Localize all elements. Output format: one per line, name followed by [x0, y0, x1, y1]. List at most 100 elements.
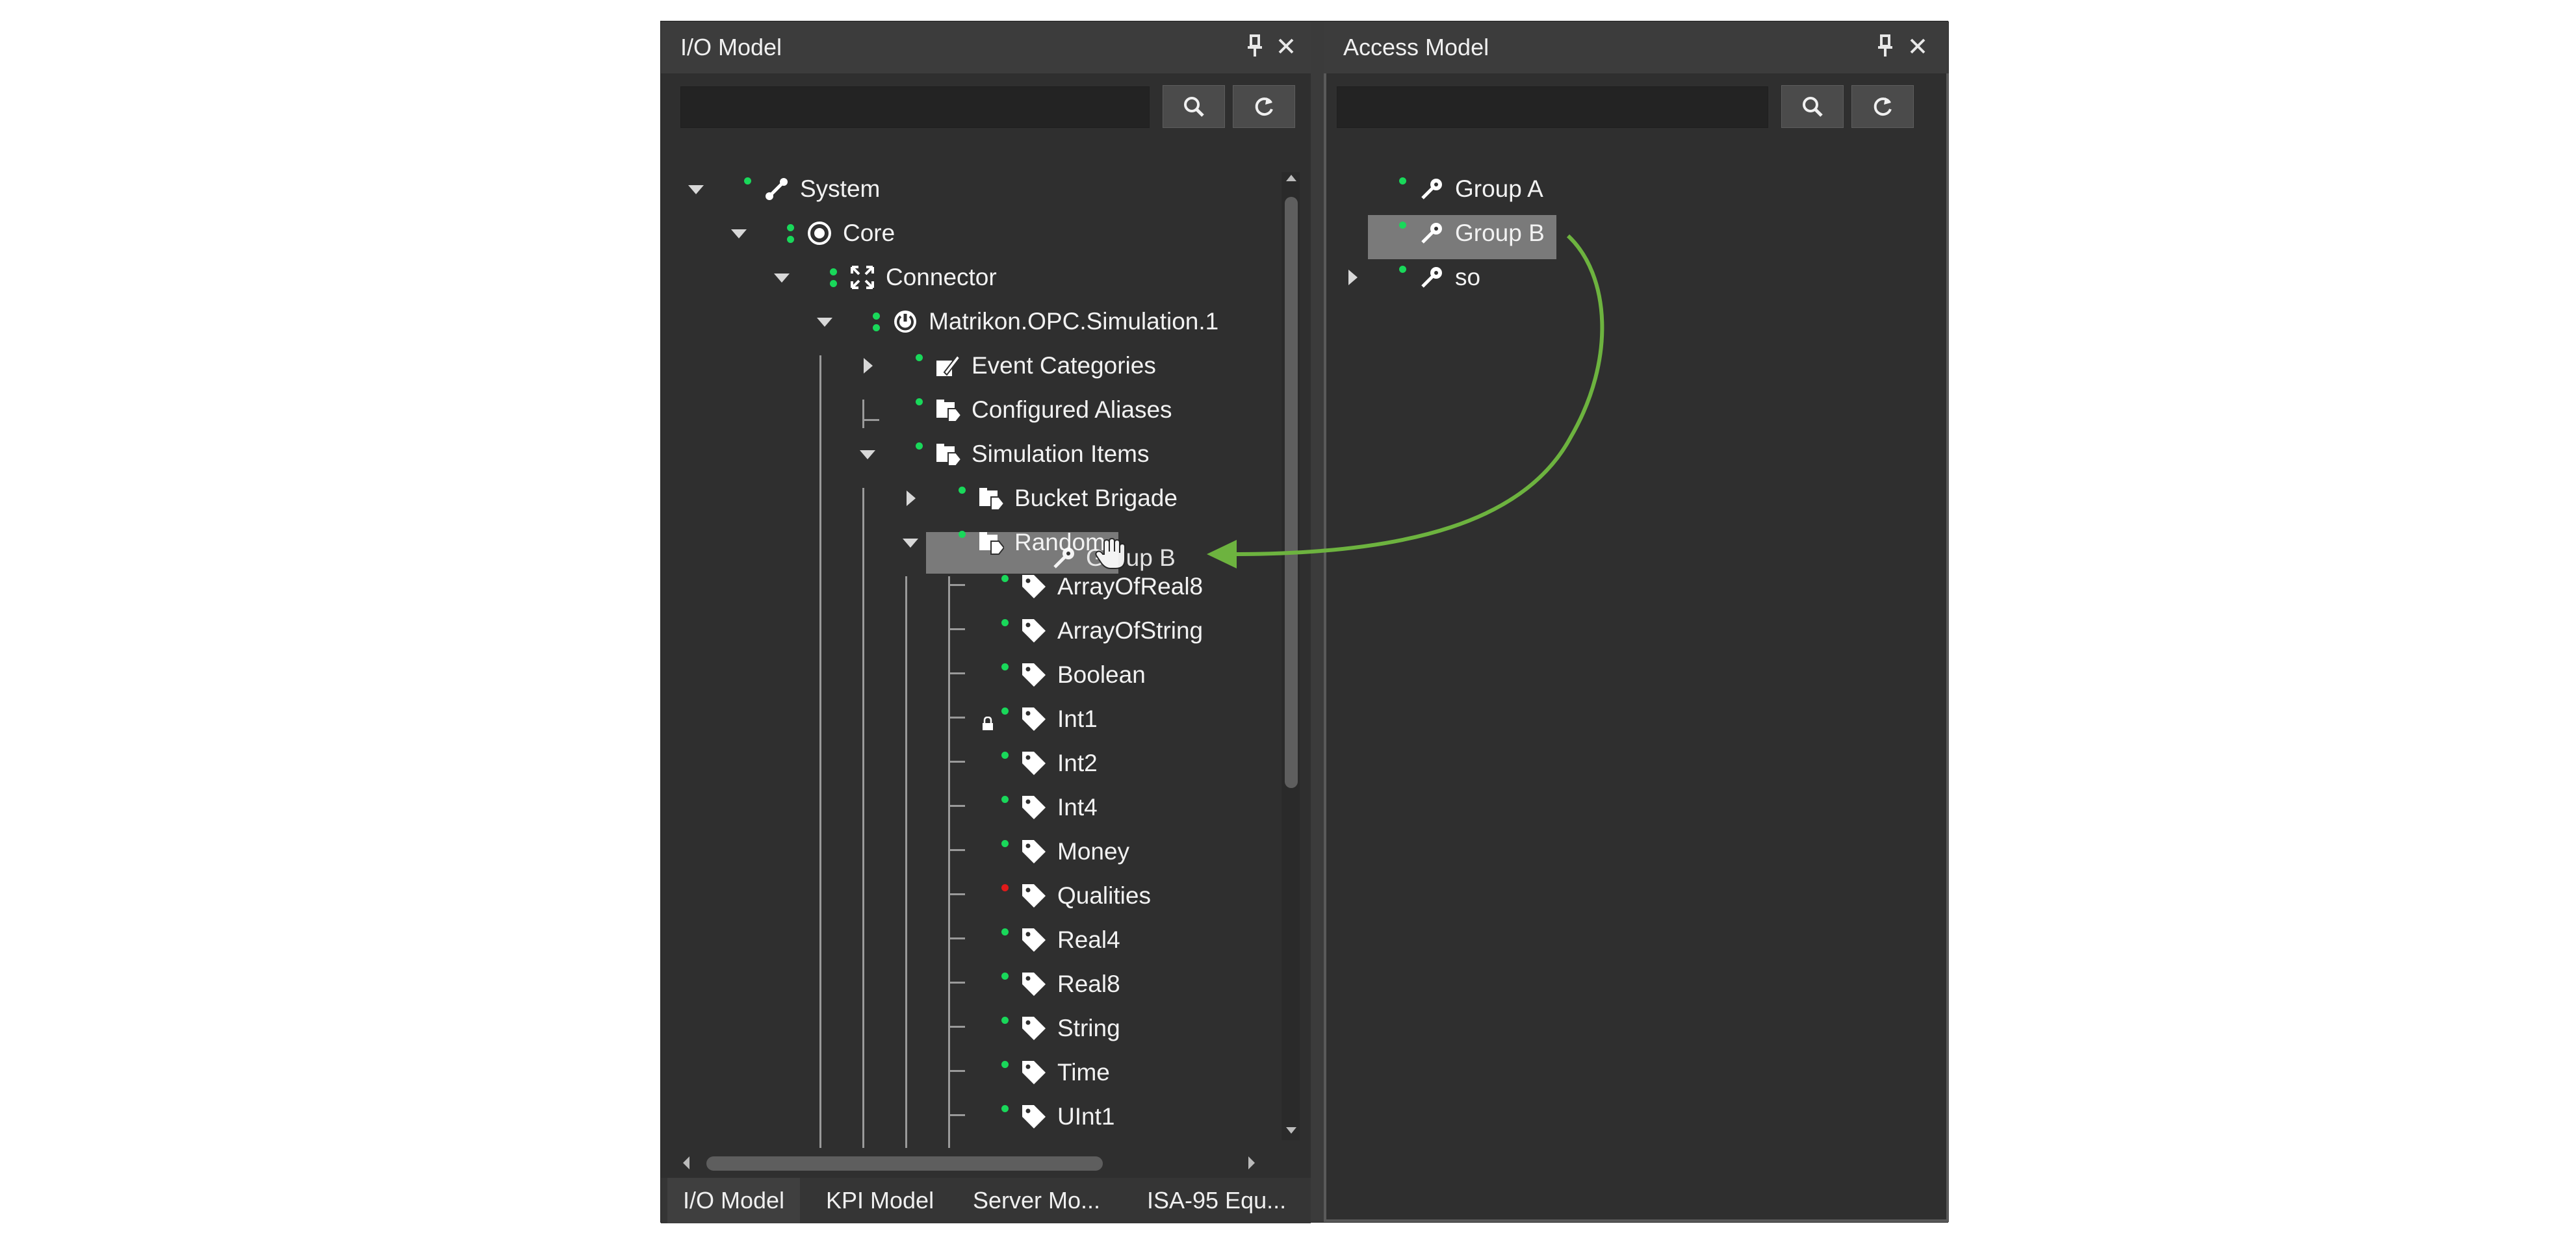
tree-item-label: String — [1057, 1015, 1120, 1041]
tab-kpi-model[interactable]: KPI Model — [810, 1178, 949, 1223]
io-refresh-button[interactable] — [1233, 85, 1295, 128]
refresh-icon — [1255, 97, 1273, 116]
event-folder-icon — [936, 354, 961, 376]
tree-item-label: Real4 — [1057, 926, 1120, 953]
tree-item-uint1[interactable]: UInt1 — [661, 1099, 1278, 1135]
refresh-icon — [1874, 97, 1892, 116]
status-dot — [916, 354, 923, 361]
tree-item-string[interactable]: String — [661, 1010, 1278, 1047]
tree-item-int4[interactable]: Int4 — [661, 789, 1278, 826]
tag-folder-icon — [936, 444, 961, 466]
power-icon — [894, 311, 916, 333]
expand-arrow-icon[interactable] — [1348, 270, 1358, 285]
horizontal-scroll-thumb[interactable] — [706, 1156, 1103, 1171]
tag-icon — [1022, 928, 1046, 952]
pin-icon[interactable] — [1876, 33, 1896, 64]
scroll-right-icon[interactable] — [1247, 1155, 1257, 1171]
collapse-arrow-icon[interactable] — [903, 539, 918, 548]
status-dot — [916, 398, 923, 405]
tree-item-connector[interactable]: Connector — [661, 259, 1278, 296]
tree-item-label: so — [1455, 264, 1481, 290]
access-search-button[interactable] — [1781, 85, 1844, 128]
tree-item-int2[interactable]: Int2 — [661, 745, 1278, 782]
close-icon[interactable] — [1277, 33, 1296, 64]
tree-item-arrayofreal8[interactable]: ArrayOfReal8 — [661, 568, 1278, 605]
tree-item-simulation-items[interactable]: Simulation Items — [661, 436, 1278, 472]
tree-item-label: Time — [1057, 1059, 1110, 1086]
tag-icon — [1022, 707, 1046, 731]
scroll-left-icon[interactable] — [680, 1155, 691, 1171]
collapse-arrow-icon[interactable] — [688, 185, 704, 194]
search-icon — [1803, 97, 1823, 117]
bottom-tab-bar: I/O Model KPI Model Server Mo... ISA-95 … — [661, 1178, 1311, 1223]
tree-item-event-categories[interactable]: Event Categories — [661, 348, 1278, 384]
tree-item-core[interactable]: Core — [661, 215, 1278, 251]
tree-item-real8[interactable]: Real8 — [661, 966, 1278, 1002]
collapse-arrow-icon[interactable] — [860, 450, 875, 459]
tab-server-model[interactable]: Server Mo... — [957, 1178, 1116, 1223]
tree-item-label: ArrayOfString — [1057, 617, 1204, 644]
close-icon[interactable] — [1909, 33, 1928, 64]
tag-icon — [1022, 575, 1046, 598]
io-search-input[interactable] — [680, 86, 1150, 128]
tab-io-model[interactable]: I/O Model — [667, 1178, 801, 1223]
access-refresh-button[interactable] — [1851, 85, 1914, 128]
search-icon — [1184, 97, 1204, 117]
status-dot — [1399, 222, 1406, 229]
tag-icon — [1022, 840, 1046, 863]
tag-folder-icon — [979, 488, 1004, 511]
status-dot — [1001, 752, 1009, 759]
tree-item-system[interactable]: System — [661, 171, 1278, 207]
access-search-input[interactable] — [1337, 86, 1768, 128]
tag-icon — [1022, 796, 1046, 819]
status-dot — [916, 442, 923, 450]
key-icon — [1421, 179, 1442, 199]
status-dot — [1001, 619, 1009, 626]
vertical-scroll-thumb[interactable] — [1285, 197, 1298, 788]
collapse-arrow-icon[interactable] — [817, 318, 832, 327]
tab-isa95-equipment[interactable]: ISA-95 Equ... — [1131, 1178, 1302, 1223]
io-model-title: I/O Model — [680, 34, 782, 60]
scroll-up-icon[interactable] — [1285, 172, 1298, 183]
tree-item-label: Boolean — [1057, 661, 1146, 688]
tree-item-group-b[interactable]: Group B — [1326, 215, 1911, 251]
tree-item-qualities[interactable]: Qualities — [661, 878, 1278, 914]
collapse-arrow-icon[interactable] — [774, 274, 790, 283]
tree-item-matrikon[interactable]: Matrikon.OPC.Simulation.1 — [661, 303, 1278, 340]
tag-icon — [1022, 752, 1046, 775]
tree-item-label: UInt1 — [1057, 1103, 1115, 1130]
status-dot — [830, 268, 837, 275]
tag-icon — [1022, 1017, 1046, 1040]
tree-item-label: ArrayOfReal8 — [1057, 573, 1204, 600]
tree-item-label: Core — [843, 220, 895, 246]
tree-item-label: Int2 — [1057, 750, 1098, 776]
tree-item-bucket-brigade[interactable]: Bucket Brigade — [661, 480, 1278, 516]
tree-item-real4[interactable]: Real4 — [661, 922, 1278, 958]
io-search-button[interactable] — [1163, 85, 1225, 128]
tree-item-label: Group A — [1455, 175, 1543, 202]
collapse-arrow-icon[interactable] — [731, 229, 747, 238]
tree-item-label: Real8 — [1057, 971, 1120, 997]
link-icon — [766, 178, 788, 200]
tree-item-configured-aliases[interactable]: Configured Aliases — [661, 392, 1278, 428]
scroll-down-icon[interactable] — [1285, 1126, 1298, 1136]
expand-arrow-icon[interactable] — [864, 358, 873, 374]
expand-arrow-icon[interactable] — [907, 490, 916, 506]
pin-icon[interactable] — [1246, 33, 1265, 64]
tree-item-so[interactable]: so — [1326, 259, 1911, 296]
tree-item-arrayofstring[interactable]: ArrayOfString — [661, 613, 1278, 649]
tree-item-money[interactable]: Money — [661, 834, 1278, 870]
status-dot — [1399, 177, 1406, 185]
tree-item-time[interactable]: Time — [661, 1054, 1278, 1091]
tag-icon — [1022, 1105, 1046, 1128]
status-dot — [873, 324, 880, 331]
tree-item-int1[interactable]: Int1 — [661, 701, 1278, 737]
key-icon — [1421, 223, 1442, 244]
tree-item-label: System — [800, 175, 881, 202]
tree-item-label: Event Categories — [972, 352, 1156, 379]
tree-item-boolean[interactable]: Boolean — [661, 657, 1278, 693]
tree-item-group-a[interactable]: Group A — [1326, 171, 1911, 207]
hand-cursor-icon — [1095, 537, 1126, 569]
status-dot — [1399, 266, 1406, 273]
status-dot — [1001, 796, 1009, 803]
